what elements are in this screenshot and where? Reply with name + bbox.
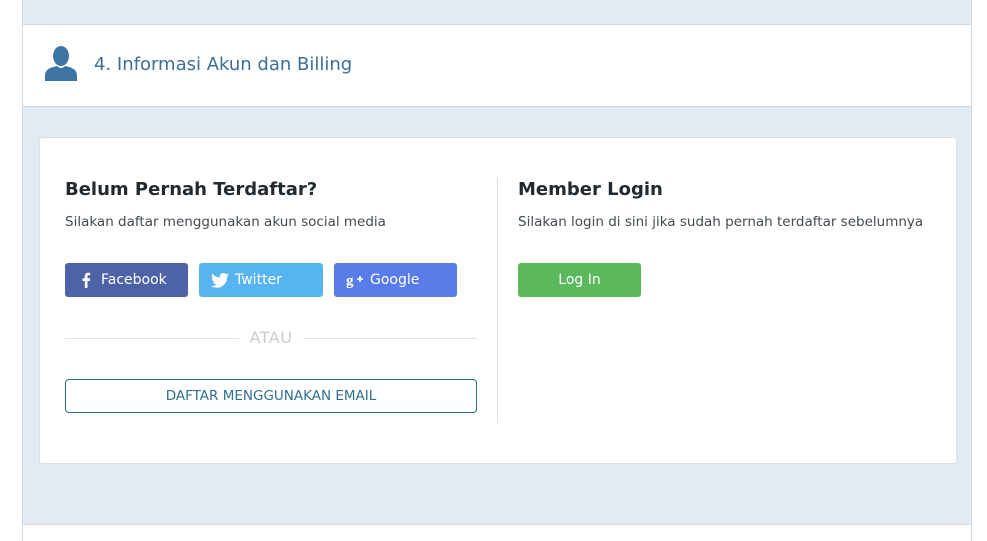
twitter-button[interactable]: Twitter (199, 263, 323, 297)
section-title: 4. Informasi Akun dan Billing (94, 54, 353, 75)
login-button[interactable]: Log In (518, 263, 641, 297)
register-column: Belum Pernah Terdaftar? Silakan daftar m… (65, 178, 477, 413)
facebook-label: Facebook (101, 272, 167, 288)
social-buttons: Facebook Twitter g Google (65, 263, 477, 297)
twitter-icon (211, 271, 229, 289)
separator-line-right (303, 338, 477, 339)
next-section-edge (23, 524, 971, 541)
svg-text:g: g (346, 273, 354, 288)
login-subtext: Silakan login di sini jika sudah pernah … (518, 214, 924, 230)
google-button[interactable]: g Google (334, 263, 457, 297)
column-divider (497, 178, 498, 423)
twitter-label: Twitter (235, 272, 282, 288)
separator-line-left (65, 338, 239, 339)
google-plus-icon: g (346, 271, 364, 289)
register-heading: Belum Pernah Terdaftar? (65, 179, 318, 200)
account-card: Belum Pernah Terdaftar? Silakan daftar m… (39, 137, 957, 464)
or-separator: ATAU (65, 326, 477, 350)
login-column: Member Login Silakan login di sini jika … (518, 178, 938, 297)
facebook-icon (77, 271, 95, 289)
page-container: 4. Informasi Akun dan Billing Belum Pern… (22, 0, 972, 541)
register-subtext: Silakan daftar menggunakan akun social m… (65, 214, 386, 230)
user-icon (43, 45, 79, 81)
or-text: ATAU (249, 328, 293, 347)
google-label: Google (370, 272, 420, 288)
login-heading: Member Login (518, 179, 663, 200)
register-email-button[interactable]: DAFTAR MENGGUNAKAN EMAIL (65, 379, 477, 413)
section-header: 4. Informasi Akun dan Billing (23, 24, 971, 107)
facebook-button[interactable]: Facebook (65, 263, 188, 297)
